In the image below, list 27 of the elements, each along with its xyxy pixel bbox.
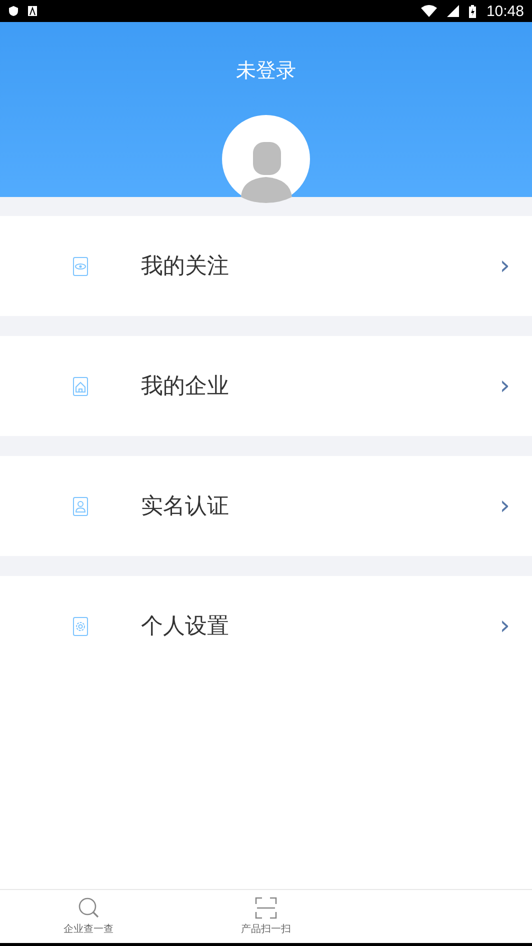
chevron: › xyxy=(500,373,510,399)
tab-item[interactable]: 企业查一查 xyxy=(0,890,178,943)
chevron: › xyxy=(500,493,510,519)
status-time: 10:48 xyxy=(486,2,524,20)
menu-row[interactable]: 实名认证 › xyxy=(0,456,532,556)
chevron: › xyxy=(500,613,510,639)
gear-icon xyxy=(73,616,88,636)
menu-row[interactable]: 我的关注 › xyxy=(0,216,532,316)
menu-label: 个人设置 xyxy=(141,613,230,641)
wifi-icon xyxy=(421,5,438,17)
menu-row[interactable]: 个人设置 › xyxy=(0,576,532,676)
menu-label: 实名认证 xyxy=(141,493,230,521)
signal-icon xyxy=(447,5,460,17)
battery-icon xyxy=(469,4,476,18)
person-icon xyxy=(73,496,88,516)
menu-row[interactable]: 我的企业 › xyxy=(0,336,532,436)
avatar-icon[interactable] xyxy=(222,115,310,203)
font-icon xyxy=(28,6,37,16)
shield-icon xyxy=(9,6,18,16)
menu-label: 我的关注 xyxy=(141,253,230,281)
search-icon xyxy=(78,897,100,919)
scan-icon xyxy=(254,897,277,919)
menu-label: 我的企业 xyxy=(141,373,230,401)
chevron: › xyxy=(500,253,510,279)
eye-icon xyxy=(73,256,88,276)
tab-item[interactable]: 产品扫一扫 xyxy=(177,890,355,943)
house-icon xyxy=(73,376,88,396)
